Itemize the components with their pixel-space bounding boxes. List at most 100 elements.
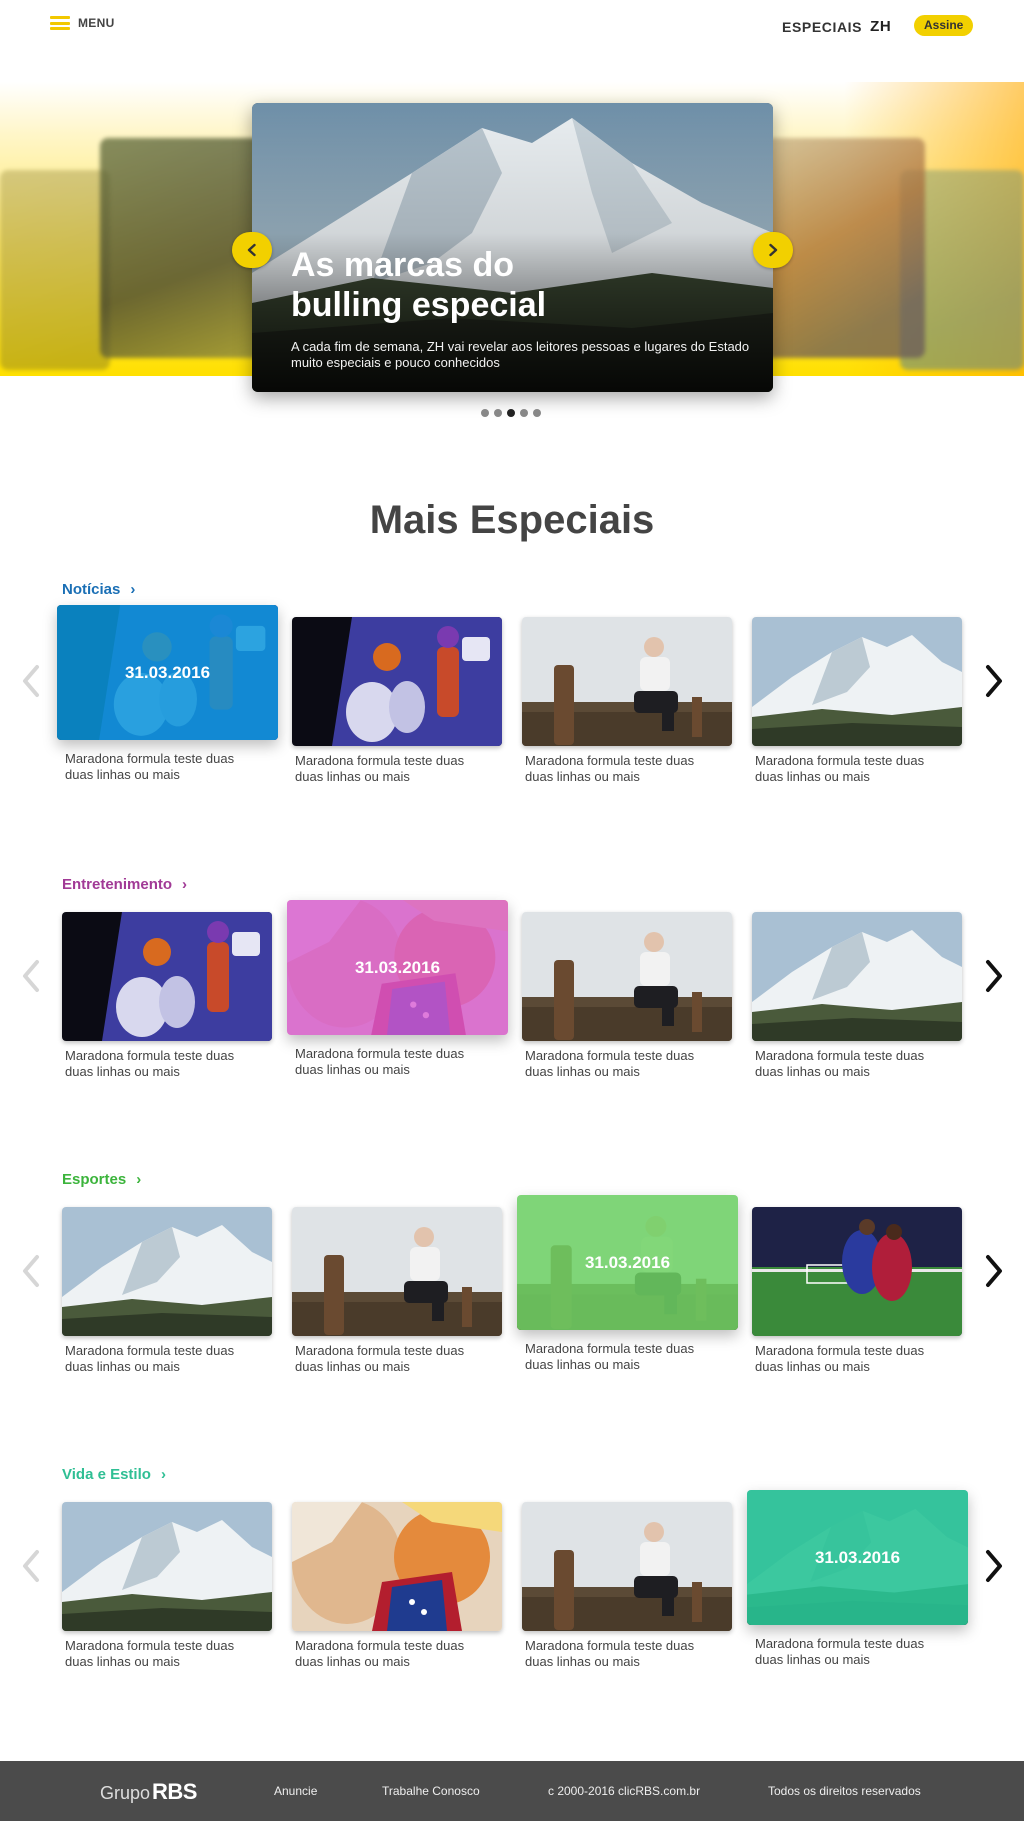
card-thumbnail [62, 1207, 272, 1336]
card-thumbnail-image [522, 912, 732, 1041]
site-header: MENU ESPECIAIS ZH Assine [0, 0, 1024, 52]
category-title-link[interactable]: Esportes › [62, 1171, 141, 1188]
row-prev-button[interactable] [17, 661, 45, 701]
article-card[interactable]: Maradona formula teste duas duas linhas … [292, 1207, 502, 1375]
category-section: Entretenimento › Maradona formula teste … [0, 876, 1024, 1106]
article-card[interactable]: Maradona formula teste duas duas linhas … [752, 617, 962, 785]
chevron-left-icon [247, 243, 256, 257]
logo-grupo-text: Grupo [100, 1783, 151, 1803]
card-thumbnail [752, 912, 962, 1041]
carousel-dot[interactable] [481, 409, 489, 417]
article-card[interactable]: Maradona formula teste duas duas linhas … [62, 912, 272, 1080]
row-next-button[interactable] [980, 1251, 1008, 1291]
chevron-left-icon [23, 1550, 39, 1582]
chevron-right-icon: › [182, 876, 188, 893]
card-thumbnail [522, 1502, 732, 1631]
card-caption: Maradona formula teste duas duas linhas … [525, 753, 695, 784]
card-caption: Maradona formula teste duas duas linhas … [295, 1638, 465, 1669]
footer-copyright: c 2000-2016 clicRBS.com.br [548, 1784, 701, 1798]
category-title: Entretenimento [62, 876, 173, 893]
card-caption: Maradona formula teste duas duas linhas … [755, 753, 925, 784]
card-caption: Maradona formula teste duas duas linhas … [755, 1343, 925, 1374]
footer-link-anuncie[interactable]: Anuncie [274, 1784, 317, 1798]
card-thumbnail: 31.03.2016 [747, 1490, 968, 1625]
card-thumbnail-image [62, 1502, 272, 1631]
logo-rbs-text: RBS [152, 1779, 197, 1804]
article-card[interactable]: Maradona formula teste duas duas linhas … [62, 1502, 272, 1670]
hero-description: A cada fim de semana, ZH vai revelar aos… [291, 339, 750, 370]
row-next-button[interactable] [980, 1546, 1008, 1586]
card-caption: Maradona formula teste duas duas linhas … [65, 1048, 235, 1079]
row-prev-button[interactable] [17, 956, 45, 996]
card-thumbnail [752, 1207, 962, 1336]
footer-link-trabalhe[interactable]: Trabalhe Conosco [382, 1784, 480, 1798]
card-thumbnail-image [62, 912, 272, 1041]
card-thumbnail: 31.03.2016 [287, 900, 508, 1035]
card-caption: Maradona formula teste duas duas linhas … [525, 1638, 695, 1669]
carousel-dot[interactable] [520, 409, 528, 417]
card-thumbnail-image [752, 1207, 962, 1336]
card-caption: Maradona formula teste duas duas linhas … [525, 1341, 695, 1372]
row-prev-button[interactable] [17, 1546, 45, 1586]
article-card[interactable]: Maradona formula teste duas duas linhas … [522, 617, 732, 785]
hero-title: As marcas do bulling especial [291, 245, 711, 325]
card-thumbnail [62, 912, 272, 1041]
category-title-link[interactable]: Notícias › [62, 581, 135, 598]
carousel-pagination [481, 409, 541, 417]
featured-card[interactable]: 31.03.2016 Maradona formula teste duas d… [517, 1195, 738, 1373]
article-card[interactable]: Maradona formula teste duas duas linhas … [752, 912, 962, 1080]
row-next-button[interactable] [980, 956, 1008, 996]
menu-button[interactable]: MENU [50, 16, 115, 30]
brand-link[interactable]: ESPECIAIS ZH [782, 18, 891, 35]
chevron-right-icon [986, 1550, 1002, 1582]
article-card[interactable]: Maradona formula teste duas duas linhas … [522, 1502, 732, 1670]
card-thumbnail-image [752, 617, 962, 746]
hero-slide[interactable]: As marcas do bulling especial A cada fim… [252, 103, 773, 392]
category-section: Notícias › 31.03.2016 Maradona formula t… [0, 581, 1024, 811]
carousel-next-button[interactable] [753, 232, 793, 268]
subscribe-button[interactable]: Assine [914, 15, 974, 36]
article-card[interactable]: Maradona formula teste duas duas linhas … [522, 912, 732, 1080]
card-date: 31.03.2016 [124, 662, 211, 682]
chevron-right-icon: › [160, 1466, 166, 1483]
carousel-prev-button[interactable] [232, 232, 272, 268]
card-thumbnail [292, 617, 502, 746]
card-thumbnail-image [62, 1207, 272, 1336]
footer-rights: Todos os direitos reservados [768, 1784, 921, 1798]
chevron-right-icon: › [130, 581, 136, 598]
card-thumbnail [292, 1502, 502, 1631]
card-caption: Maradona formula teste duas duas linhas … [65, 1343, 235, 1374]
carousel-dot[interactable] [494, 409, 502, 417]
category-title-link[interactable]: Vida e Estilo › [62, 1466, 166, 1483]
card-caption: Maradona formula teste duas duas linhas … [65, 751, 235, 782]
article-card[interactable]: Maradona formula teste duas duas linhas … [62, 1207, 272, 1375]
menu-label: MENU [78, 16, 115, 30]
featured-card[interactable]: 31.03.2016 Maradona formula teste duas d… [287, 900, 508, 1078]
featured-card[interactable]: 31.03.2016 Maradona formula teste duas d… [57, 605, 278, 783]
category-title-link[interactable]: Entretenimento › [62, 876, 187, 893]
card-caption: Maradona formula teste duas duas linhas … [525, 1048, 695, 1079]
card-caption: Maradona formula teste duas duas linhas … [755, 1048, 925, 1079]
card-thumbnail-image [292, 1502, 502, 1631]
chevron-right-icon [986, 960, 1002, 992]
site-footer: Grupo RBS Anuncie Trabalhe Conosco c 200… [0, 1761, 1024, 1821]
article-card[interactable]: Maradona formula teste duas duas linhas … [752, 1207, 962, 1375]
card-date: 31.03.2016 [584, 1252, 671, 1272]
brand-label: ESPECIAIS [782, 18, 863, 35]
article-card[interactable]: Maradona formula teste duas duas linhas … [292, 1502, 502, 1670]
chevron-left-icon [23, 960, 39, 992]
card-thumbnail: 31.03.2016 [57, 605, 278, 740]
card-caption: Maradona formula teste duas duas linhas … [295, 1343, 465, 1374]
grupo-rbs-logo[interactable]: Grupo RBS [100, 1779, 197, 1805]
hamburger-icon [50, 16, 70, 30]
row-next-button[interactable] [980, 661, 1008, 701]
card-caption: Maradona formula teste duas duas linhas … [65, 1638, 235, 1669]
card-thumbnail-image [752, 912, 962, 1041]
article-card[interactable]: Maradona formula teste duas duas linhas … [292, 617, 502, 785]
carousel-dot[interactable] [533, 409, 541, 417]
featured-card[interactable]: 31.03.2016 Maradona formula teste duas d… [747, 1490, 968, 1668]
carousel-dot[interactable] [507, 409, 515, 417]
carousel-side-slide[interactable] [0, 170, 110, 370]
row-prev-button[interactable] [17, 1251, 45, 1291]
card-caption: Maradona formula teste duas duas linhas … [295, 753, 465, 784]
